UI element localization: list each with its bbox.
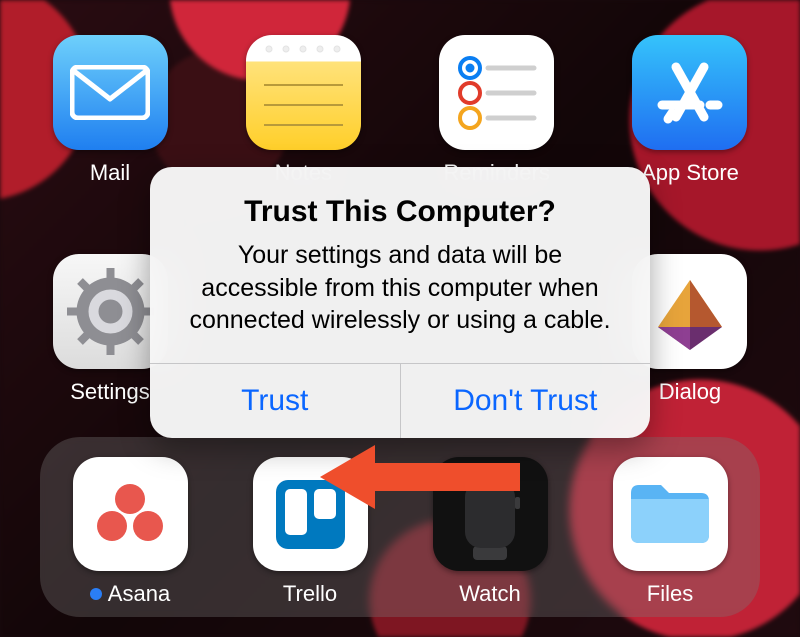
app-notes[interactable]: Notes bbox=[243, 35, 363, 186]
trust-computer-dialog: Trust This Computer? Your settings and d… bbox=[150, 167, 650, 438]
trello-icon bbox=[253, 457, 368, 571]
app-watch[interactable]: Watch bbox=[430, 457, 550, 607]
app-appstore[interactable]: App Store bbox=[630, 35, 750, 186]
app-trello[interactable]: Trello bbox=[250, 457, 370, 607]
app-row: Mail Notes bbox=[50, 35, 750, 186]
appstore-icon bbox=[632, 35, 747, 150]
mail-icon bbox=[53, 35, 168, 150]
app-label: Files bbox=[647, 581, 693, 607]
reminders-icon bbox=[439, 35, 554, 150]
app-label: Dialog bbox=[659, 379, 721, 405]
app-label: Watch bbox=[459, 581, 521, 607]
app-mail[interactable]: Mail bbox=[50, 35, 170, 186]
notes-icon bbox=[246, 35, 361, 150]
app-asana[interactable]: Asana bbox=[70, 457, 190, 607]
dialog-title: Trust This Computer? bbox=[182, 195, 618, 229]
asana-icon bbox=[73, 457, 188, 571]
dialog-buttons: Trust Don't Trust bbox=[150, 363, 650, 438]
app-files[interactable]: Files bbox=[610, 457, 730, 607]
trust-button[interactable]: Trust bbox=[150, 364, 400, 438]
dont-trust-button[interactable]: Don't Trust bbox=[400, 364, 651, 438]
dock: Asana Trello Watch bbox=[40, 437, 760, 617]
watch-icon bbox=[433, 457, 548, 571]
app-label: App Store bbox=[641, 160, 739, 186]
files-icon bbox=[613, 457, 728, 571]
app-label: Settings bbox=[70, 379, 150, 405]
app-label: Asana bbox=[108, 581, 170, 607]
dialog-message: Your settings and data will be accessibl… bbox=[182, 239, 618, 337]
app-reminders[interactable]: Reminders bbox=[437, 35, 557, 186]
app-label: Trello bbox=[283, 581, 337, 607]
notification-dot-icon bbox=[90, 588, 102, 600]
app-label: Mail bbox=[90, 160, 130, 186]
